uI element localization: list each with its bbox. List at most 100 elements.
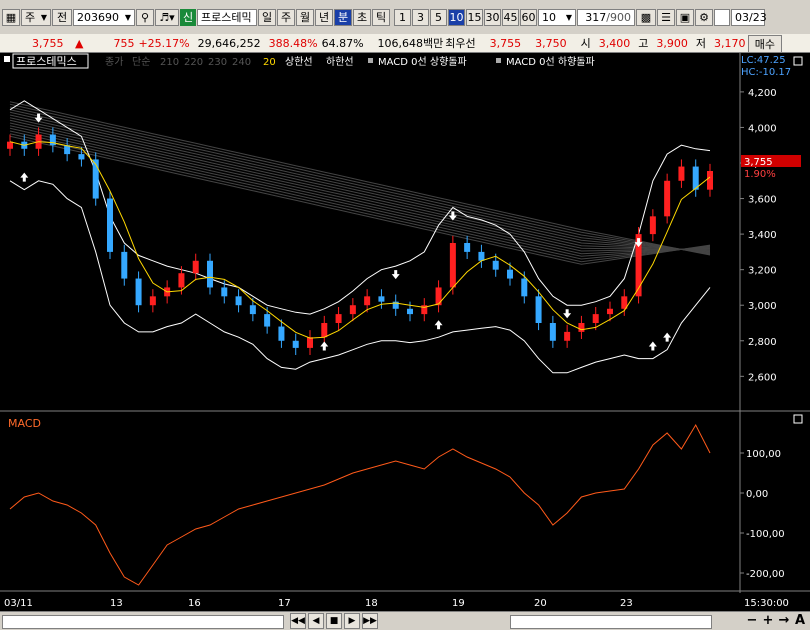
legend-macd-down-marker bbox=[496, 58, 501, 63]
macd-tick-label: -200,00 bbox=[746, 569, 785, 580]
legend-ma-220: 220 bbox=[184, 57, 203, 68]
interval-3[interactable]: 3 bbox=[412, 8, 429, 26]
candle-body bbox=[707, 171, 713, 190]
candle-body bbox=[349, 305, 356, 315]
current-price-value: 3,755 bbox=[32, 36, 64, 50]
interval-10[interactable]: 10 bbox=[448, 8, 465, 26]
interval-select[interactable]: 10 ▼ bbox=[538, 8, 576, 26]
sound-icon[interactable]: ♬▾ bbox=[155, 8, 179, 26]
candle-body bbox=[307, 337, 313, 348]
price-tick-label: 2,800 bbox=[748, 337, 777, 348]
period-minute[interactable]: 분 bbox=[334, 8, 352, 26]
market-select[interactable]: 주 ▼ bbox=[21, 8, 51, 26]
first-icon[interactable]: ◀◀ bbox=[290, 613, 306, 629]
candle-body bbox=[521, 278, 528, 297]
legend-macd-up-marker bbox=[368, 58, 373, 63]
stock-code-input[interactable]: 203690 ▼ bbox=[73, 8, 135, 26]
period-week[interactable]: 주 bbox=[277, 8, 295, 26]
candle-body bbox=[292, 340, 299, 348]
chart-area[interactable]: 프로스테믹스 종가 단순 210 220 230 240 20 상한선 하한선 … bbox=[0, 53, 810, 611]
price-change: 755 bbox=[113, 36, 135, 50]
next-icon[interactable]: ▶ bbox=[344, 613, 360, 629]
count-input[interactable]: 317/900 bbox=[577, 8, 635, 26]
prev-icon[interactable]: ◀ bbox=[308, 613, 324, 629]
chart-menu-icon[interactable]: ▦ bbox=[2, 8, 20, 26]
credit-badge: 신 bbox=[180, 8, 196, 26]
date-tick-label: 18 bbox=[365, 598, 378, 609]
legend-ma-240: 240 bbox=[232, 57, 251, 68]
market-select-value: 주 bbox=[25, 11, 36, 24]
candle-body bbox=[235, 296, 242, 306]
buy-button[interactable]: 매수 bbox=[747, 35, 782, 53]
period-day[interactable]: 일 bbox=[258, 8, 276, 26]
gear-icon[interactable]: ⚙ bbox=[695, 8, 713, 26]
candle-body bbox=[592, 314, 599, 323]
zoom-controls: − + → A bbox=[744, 613, 808, 628]
date-field[interactable]: 03/23 bbox=[731, 8, 767, 26]
best-ask-label: 최우선 bbox=[445, 37, 476, 50]
stop-icon[interactable]: ■ bbox=[326, 613, 342, 629]
candle-body bbox=[407, 308, 413, 315]
chart-svg[interactable]: 프로스테믹스 종가 단순 210 220 230 240 20 상한선 하한선 … bbox=[0, 53, 810, 611]
candle-body bbox=[535, 296, 542, 323]
bottom-bar: ◀◀ ◀ ■ ▶ ▶▶ − + → A bbox=[0, 611, 810, 630]
interval-5[interactable]: 5 bbox=[430, 8, 447, 26]
candle-body bbox=[664, 180, 671, 217]
period-year[interactable]: 년 bbox=[315, 8, 333, 26]
legend-ma-20: 20 bbox=[263, 57, 276, 68]
candle-body bbox=[335, 314, 342, 323]
save-icon[interactable]: ▣ bbox=[676, 8, 694, 26]
candle-body bbox=[49, 134, 56, 146]
interval-60[interactable]: 60 bbox=[520, 8, 537, 26]
search-icon[interactable]: ⚲ bbox=[136, 8, 154, 26]
date-tick-label: 03/11 bbox=[4, 598, 33, 609]
period-month[interactable]: 월 bbox=[296, 8, 314, 26]
indicator-icon[interactable]: ▩ bbox=[636, 8, 656, 26]
chart-scrollbar[interactable] bbox=[2, 615, 284, 629]
zoom-slider[interactable] bbox=[510, 615, 712, 629]
candle-body bbox=[221, 287, 228, 297]
legend-marker-icon bbox=[4, 56, 10, 62]
candle-body bbox=[478, 251, 485, 261]
zoom-in-icon[interactable]: + bbox=[760, 613, 776, 628]
interval-select-value: 10 bbox=[542, 10, 556, 24]
date-checkbox[interactable] bbox=[714, 8, 730, 26]
last-icon[interactable]: ▶▶ bbox=[362, 613, 378, 629]
date-tick-label: 16 bbox=[188, 598, 201, 609]
candle-body bbox=[78, 154, 85, 160]
macd-tick-label: -100,00 bbox=[746, 529, 785, 540]
candle-body bbox=[7, 141, 13, 149]
fit-icon[interactable]: → bbox=[776, 613, 792, 628]
legend-macd-down: MACD 0선 하향돌파 bbox=[506, 55, 595, 68]
time-label: 15:30:00 bbox=[744, 598, 789, 609]
legend-close: 종가 bbox=[105, 56, 123, 68]
candle-body bbox=[321, 323, 328, 338]
legend-ma-230: 230 bbox=[208, 57, 227, 68]
stock-name-field: 프로스테믹 bbox=[197, 8, 257, 26]
type-button[interactable]: 전 bbox=[52, 8, 72, 26]
zoom-out-icon[interactable]: − bbox=[744, 613, 760, 628]
candle-body bbox=[378, 296, 385, 302]
trade-amount: 106,648백만 bbox=[377, 37, 444, 50]
auto-scale-icon[interactable]: A bbox=[792, 613, 808, 628]
candle-body bbox=[192, 260, 199, 274]
candle-body bbox=[107, 198, 113, 252]
legend-ma-210: 210 bbox=[160, 57, 179, 68]
low-price: 3,170 bbox=[714, 36, 746, 50]
period-second[interactable]: 초 bbox=[353, 8, 371, 26]
candle-body bbox=[507, 269, 513, 279]
settings-list-icon[interactable]: ☰ bbox=[657, 8, 675, 26]
count-value: 317 bbox=[585, 10, 607, 24]
price-tick-label: 2,600 bbox=[748, 372, 777, 383]
interval-1[interactable]: 1 bbox=[394, 8, 411, 26]
interval-45[interactable]: 45 bbox=[502, 8, 519, 26]
price-tick-label: 3,600 bbox=[748, 195, 777, 206]
candle-body bbox=[278, 326, 285, 341]
interval-30[interactable]: 30 bbox=[484, 8, 501, 26]
candle-body bbox=[249, 305, 256, 315]
candle-body bbox=[121, 251, 128, 279]
legend-upper-band: 상한선 bbox=[285, 56, 313, 68]
candle-body bbox=[149, 296, 156, 306]
period-tick[interactable]: 틱 bbox=[372, 8, 390, 26]
interval-15[interactable]: 15 bbox=[466, 8, 483, 26]
